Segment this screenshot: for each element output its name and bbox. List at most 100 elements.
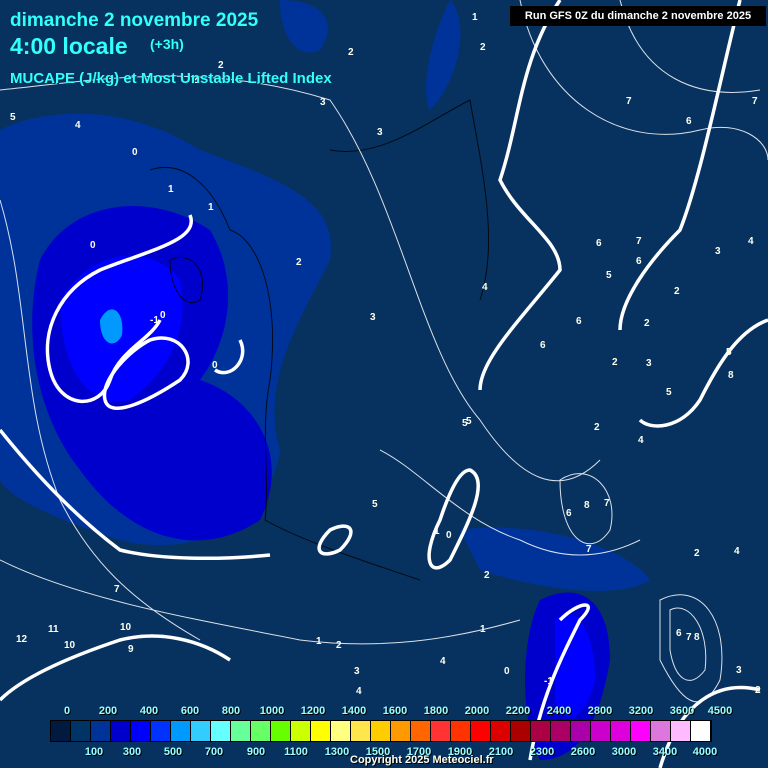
contour-label: 1 xyxy=(472,12,478,23)
legend-label-bottom: 3000 xyxy=(611,746,637,758)
legend-swatch xyxy=(691,721,711,741)
contour-label: 1 xyxy=(434,526,440,537)
legend-swatch xyxy=(191,721,211,741)
contour-label: 7 xyxy=(586,544,592,555)
legend-label-top: 1600 xyxy=(382,705,408,717)
contour-label: 2 xyxy=(644,318,650,329)
contour-label: 2 xyxy=(594,422,600,433)
legend-label-top: 2000 xyxy=(464,705,490,717)
legend-swatch xyxy=(271,721,291,741)
contour-label: 2 xyxy=(755,685,761,696)
contour-label: 4 xyxy=(748,236,754,247)
contour-label: 3 xyxy=(370,312,376,323)
contour-label: 3 xyxy=(715,246,721,257)
contour-label: 1 xyxy=(480,624,486,635)
legend-label-top: 1400 xyxy=(341,705,367,717)
legend-swatch xyxy=(171,721,191,741)
contour-label: 6 xyxy=(676,628,682,639)
forecast-date: dimanche 2 novembre 2025 xyxy=(10,10,259,31)
legend-swatch xyxy=(491,721,511,741)
legend-label-bottom: 1300 xyxy=(324,746,350,758)
contour-label: 6 xyxy=(596,238,602,249)
legend-swatch xyxy=(371,721,391,741)
contour-label: 0 xyxy=(132,147,138,158)
legend-swatch xyxy=(451,721,471,741)
color-legend xyxy=(50,720,712,742)
contour-label: 12 xyxy=(16,634,28,645)
legend-label-top: 2200 xyxy=(505,705,531,717)
legend-swatch xyxy=(71,721,91,741)
copyright: Copyright 2025 Meteociel.fr xyxy=(350,754,494,766)
contour-label: 7 xyxy=(114,584,120,595)
contour-label: 4 xyxy=(482,282,488,293)
legend-label-bottom: 700 xyxy=(204,746,224,758)
contour-label: 9 xyxy=(128,644,134,655)
contour-label: 4 xyxy=(440,656,446,667)
legend-swatch xyxy=(211,721,231,741)
contour-label: 2 xyxy=(674,286,680,297)
map-canvas: 12222335401012-1 0034766 75626 235254234568… xyxy=(0,0,768,768)
legend-swatch xyxy=(331,721,351,741)
legend-label-bottom: 100 xyxy=(84,746,104,758)
contour-label: -1 xyxy=(150,315,159,326)
legend-swatch xyxy=(111,721,131,741)
contour-label: 5 xyxy=(10,112,16,123)
legend-swatch xyxy=(291,721,311,741)
legend-label-bottom: 500 xyxy=(163,746,183,758)
legend-label-top: 3200 xyxy=(628,705,654,717)
legend-label-bottom: 3400 xyxy=(652,746,678,758)
legend-label-bottom: 300 xyxy=(122,746,142,758)
contour-label: 10 xyxy=(120,622,132,633)
contour-label: 8 xyxy=(584,500,590,511)
legend-label-bottom: 2300 xyxy=(529,746,555,758)
contour-label: 4 xyxy=(638,435,644,446)
legend-swatch xyxy=(231,721,251,741)
contour-label: 7 xyxy=(752,96,758,107)
forecast-hour: 4:00 locale xyxy=(10,33,128,59)
legend-swatch xyxy=(611,721,631,741)
contour-label: 2 xyxy=(480,42,486,53)
legend-label-bottom: 4000 xyxy=(692,746,718,758)
contour-label: -1 xyxy=(544,676,553,687)
contour-label: 6 xyxy=(576,316,582,327)
legend-label-top: 2800 xyxy=(587,705,613,717)
contour-label: 7 xyxy=(686,632,692,643)
contour-label: 1 xyxy=(316,636,322,647)
contour-label: 3 xyxy=(736,665,742,676)
legend-swatch xyxy=(571,721,591,741)
contour-label: 0 xyxy=(90,240,96,251)
legend-swatch xyxy=(431,721,451,741)
contour-label: 4 xyxy=(734,546,740,557)
legend-swatch xyxy=(631,721,651,741)
legend-label-top: 1200 xyxy=(300,705,326,717)
contour-label: 0 xyxy=(446,530,452,541)
contour-label: 7 xyxy=(604,498,610,509)
contour-label: 2 xyxy=(296,257,302,268)
contour-label: 0 xyxy=(212,360,218,371)
legend-swatch xyxy=(471,721,491,741)
contour-label: 10 xyxy=(64,640,76,651)
contour-label: 2 xyxy=(348,47,354,58)
legend-label-top: 400 xyxy=(139,705,159,717)
legend-swatch xyxy=(391,721,411,741)
contour-label: 0 xyxy=(504,666,510,677)
legend-label-top: 200 xyxy=(98,705,118,717)
contour-label: 6 xyxy=(540,340,546,351)
contour-label: 7 xyxy=(636,236,642,247)
weather-map: 1 2 2 2 2 3 3 5 4 0 1 0 1 2 -1 0 0 3 4 7 6 6 7 5 6 2 6 2 3 5 2 5 4 2 3 4 5 6 8… xyxy=(0,0,768,768)
contour-label: 8 xyxy=(728,370,734,381)
contour-label: 5 xyxy=(666,387,672,398)
contour-label: 5 xyxy=(466,416,472,427)
legend-label-bottom: 2600 xyxy=(570,746,596,758)
parameter-title: MUCAPE (J/kg) et Most Unstable Lifted In… xyxy=(10,70,332,87)
legend-label-top: 2400 xyxy=(546,705,572,717)
contour-label: 3 xyxy=(320,97,326,108)
legend-swatch xyxy=(671,721,691,741)
contour-label: 5 xyxy=(372,499,378,510)
contour-label: 1 xyxy=(208,202,214,213)
legend-label-top: 1800 xyxy=(423,705,449,717)
legend-swatch xyxy=(511,721,531,741)
contour-label: 11 xyxy=(48,624,59,635)
contour-label: 2 xyxy=(336,640,342,651)
legend-swatch xyxy=(531,721,551,741)
